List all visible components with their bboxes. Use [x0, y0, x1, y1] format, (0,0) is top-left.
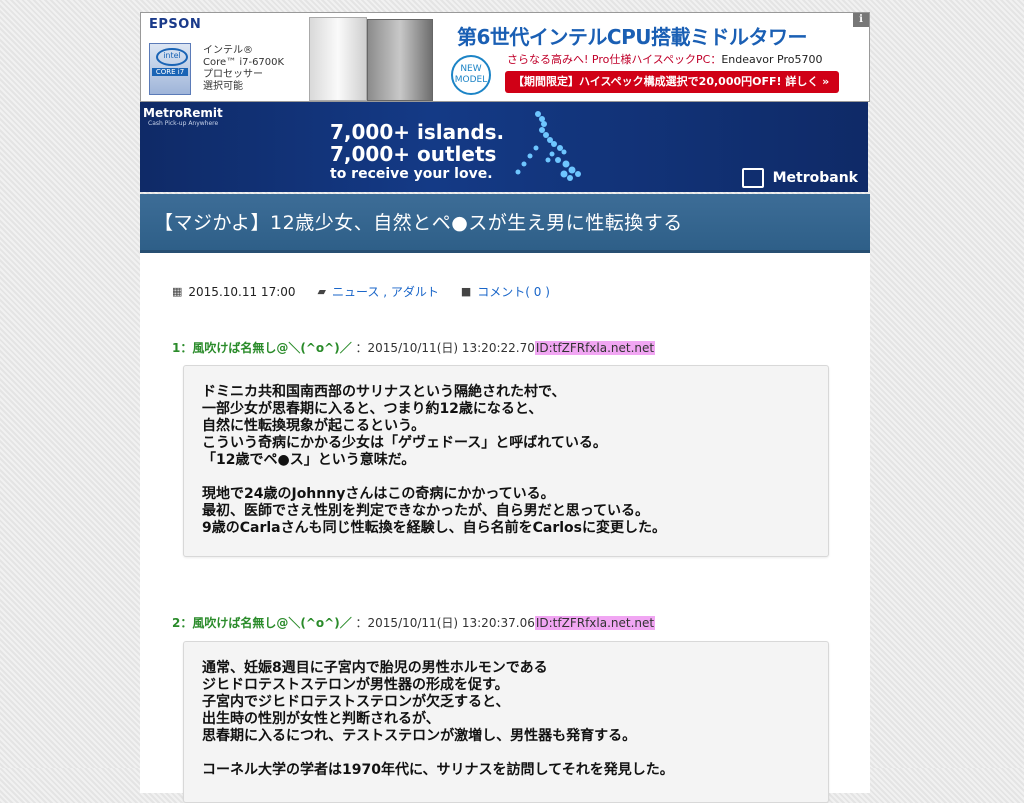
- response-line: こういう奇病にかかる少女は「ゲヴェドース」と呼ばれている。: [202, 435, 607, 451]
- intel-badge-icon: intel CORE i7: [149, 43, 191, 95]
- response-line: 一部少女が思春期に入ると、つまり約12歳になると、: [202, 401, 543, 417]
- pc-tower-image: [309, 17, 367, 101]
- article-content: ▦ 2015.10.11 17:00 ▰ ニュース , アダルト ■ コメント(…: [140, 253, 870, 803]
- response-header: 2：風吹けば名無し@＼(^o^)／ ：2015/10/11(日) 13:20:3…: [172, 616, 656, 630]
- page: i EPSON intel CORE i7 インテル® Core™ i7-670…: [140, 12, 870, 803]
- response-line: ジヒドロテストステロンが男性器の形成を促す。: [202, 677, 509, 693]
- response-author: 風吹けば名無し@＼(^o^)／: [192, 341, 352, 355]
- epson-sub-text: さらなる高みへ! Pro仕様ハイスペックPC：: [507, 53, 722, 66]
- metrobank-logo-icon: [742, 168, 764, 188]
- response-author: 風吹けば名無し@＼(^o^)／: [192, 616, 352, 630]
- response-line: 9歳のCarlaさんも同じ性転換を経験し、自ら名前をCarlosに変更した。: [202, 520, 666, 536]
- metroremit-tagline: Cash Pick-up Anywhere: [148, 120, 219, 127]
- response-line: 最初、医師でさえ性別を判定できなかったが、自ら男だと思っている。: [202, 503, 650, 519]
- pc-tower-open-image: [367, 19, 433, 101]
- article-title[interactable]: 【マジかよ】12歳少女、自然とペ●スが生え男に性転換する: [154, 208, 683, 235]
- response-line: 現地で24歳のJohnnyさんはこの奇病にかかっている。: [202, 486, 555, 502]
- metro-ad-line-2: 7,000+ outlets: [330, 142, 497, 166]
- article-categories-link[interactable]: ニュース , アダルト: [332, 283, 439, 300]
- response-id: ID:tfZFRfxla.net.net: [534, 341, 656, 355]
- response-date: ：2015/10/11(日) 13:20:22.70: [355, 341, 535, 355]
- epson-model-name: Endeavor Pro5700: [721, 53, 823, 66]
- metroremit-logo: MetroRemit: [143, 106, 223, 120]
- article-comments-link[interactable]: コメント( 0 ): [477, 283, 550, 300]
- metro-ad-line-1: 7,000+ islands.: [330, 120, 505, 144]
- metrobank-ad-banner[interactable]: MetroRemit Cash Pick-up Anywhere 7,000+ …: [140, 102, 868, 192]
- intel-processor-text: インテル® Core™ i7-6700K プロセッサー 選択可能: [203, 45, 285, 92]
- response-line: [202, 469, 810, 486]
- article-title-bar: 【マジかよ】12歳少女、自然とペ●スが生え男に性転換する: [140, 194, 870, 253]
- epson-cta-button[interactable]: 【期間限定】ハイスペック構成選択で20,000円OFF! 詳しく »: [505, 71, 839, 93]
- response-line: [202, 745, 810, 762]
- response-id: ID:tfZFRfxla.net.net: [534, 616, 656, 630]
- response-body: 通常、妊娠8週目に子宮内で胎児の男性ホルモンである ジヒドロテストステロンが男性器…: [183, 641, 829, 803]
- intel-badge-logo: intel: [156, 48, 188, 66]
- philippines-map-icon: [515, 111, 581, 181]
- epson-headline: 第6世代インテルCPU搭載ミドルタワー: [457, 25, 808, 49]
- response-line: 思春期に入るにつれ、テストステロンが激増し、男性器も発育する。: [202, 728, 637, 744]
- response-line: 「12歳でペ●ス」という意味だ。: [202, 452, 416, 468]
- response-line: ドミニカ共和国南西部のサリナスという隔絶された村で、: [202, 384, 566, 400]
- response-line: 通常、妊娠8週目に子宮内で胎児の男性ホルモンである: [202, 660, 548, 676]
- response-line: コーネル大学の学者は1970年代に、サリナスを訪問してそれを発見した。: [202, 762, 674, 778]
- intel-badge-core: CORE i7: [152, 68, 188, 76]
- ad-info-icon[interactable]: i: [853, 13, 869, 27]
- response-line: 自然に性転換現象が起こるという。: [202, 418, 426, 434]
- epson-subheadline: さらなる高みへ! Pro仕様ハイスペックPC：Endeavor Pro5700: [507, 51, 822, 67]
- folder-icon: ▰: [317, 285, 326, 298]
- response-body: ドミニカ共和国南西部のサリナスという隔絶された村で、 一部少女が思春期に入ると、つ…: [183, 365, 829, 557]
- metrobank-logo: Metrobank: [772, 170, 858, 186]
- response-header: 1：風吹けば名無し@＼(^o^)／ ：2015/10/11(日) 13:20:2…: [172, 341, 656, 355]
- calendar-icon: ▦: [172, 285, 183, 298]
- response-line: 出生時の性別が女性と判断されるが、: [202, 711, 440, 727]
- comment-icon: ■: [460, 285, 472, 298]
- article-meta: ▦ 2015.10.11 17:00 ▰ ニュース , アダルト ■ コメント(…: [172, 283, 550, 300]
- epson-ad-banner[interactable]: i EPSON intel CORE i7 インテル® Core™ i7-670…: [140, 12, 870, 102]
- epson-logo: EPSON: [149, 17, 202, 32]
- response-date: ：2015/10/11(日) 13:20:37.06: [355, 616, 535, 630]
- new-model-badge: NEW MODEL: [451, 55, 491, 95]
- metro-ad-line-3: to receive your love.: [330, 166, 493, 182]
- article-date: 2015.10.11 17:00: [188, 284, 296, 299]
- response-line: 子宮内でジヒドロテストステロンが欠乏すると、: [202, 694, 510, 710]
